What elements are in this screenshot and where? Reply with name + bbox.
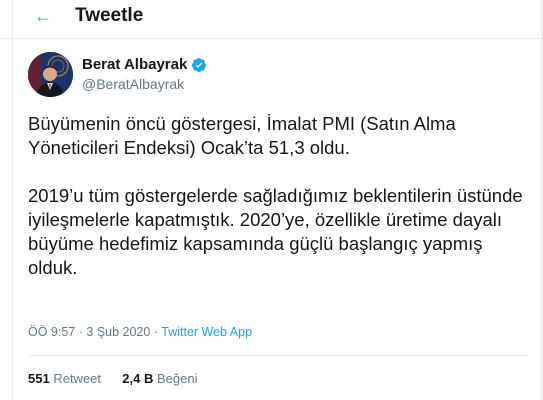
author-block: Berat Albayrak @BeratAlbayrak [82, 56, 207, 93]
meta-separator: · [153, 325, 158, 339]
left-border [12, 0, 13, 400]
verified-badge-icon [192, 58, 207, 72]
source-app-link[interactable]: Twitter Web App [161, 325, 252, 339]
header-divider [0, 38, 543, 39]
like-count: 2,4 B [122, 371, 154, 386]
tweet-text: Büyümenin öncü göstergesi, İmalat PMI (S… [28, 112, 528, 280]
page-title: Tweetle [75, 5, 144, 26]
tweet-date[interactable]: 3 Şub 2020 [86, 325, 150, 339]
tweet-meta: ÖÖ 9:57 · 3 Şub 2020 · Twitter Web App [28, 324, 252, 340]
tweet-paragraph: Büyümenin öncü göstergesi, İmalat PMI (S… [28, 113, 456, 158]
like-stat[interactable]: 2,4 B Beğeni [122, 371, 197, 386]
retweet-count: 551 [28, 371, 50, 386]
right-border [541, 0, 542, 400]
like-label: Beğeni [156, 371, 198, 386]
tweet-header: ← Tweetle [0, 0, 543, 38]
tweet-paragraph: 2019’u tüm göstergelerde sağladığımız be… [28, 185, 523, 278]
retweet-stat[interactable]: 551 Retweet [28, 371, 101, 386]
tweet-stats: 551 Retweet 2,4 B Beğeni [28, 371, 197, 387]
author-name[interactable]: Berat Albayrak [82, 56, 187, 74]
avatar-image [28, 52, 73, 97]
retweet-label: Retweet [53, 371, 102, 386]
author-handle[interactable]: @BeratAlbayrak [82, 75, 207, 93]
tweet-time[interactable]: ÖÖ 9:57 [28, 325, 75, 339]
meta-separator: · [78, 325, 83, 339]
arrow-left-icon[interactable]: ← [34, 4, 54, 28]
avatar[interactable] [28, 52, 73, 97]
meta-divider [28, 355, 529, 356]
